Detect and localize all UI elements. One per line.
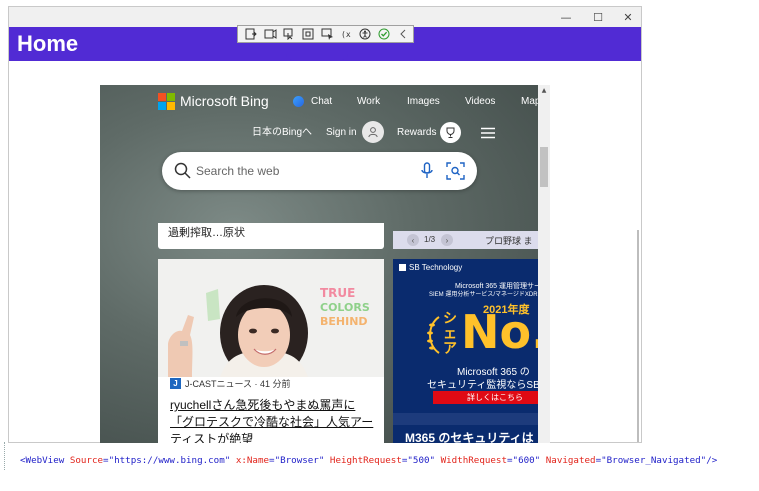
chat-icon — [293, 96, 304, 107]
title-bar: — ☐ ✕ — [9, 7, 641, 27]
voice-search-icon[interactable] — [420, 162, 434, 180]
page-title: Home — [17, 31, 79, 56]
code-attr-name: Source — [69, 455, 104, 466]
nav-images[interactable]: Images — [407, 96, 440, 107]
news-headline-link[interactable]: ryuchellさん急死後もやまぬ罵声に「グロテスクで冷酷な社会」人気アーティス… — [170, 397, 376, 443]
collapse-chevron-icon[interactable] — [396, 28, 410, 41]
ad-footer-bar — [393, 413, 550, 425]
select-element-icon[interactable] — [282, 28, 296, 41]
news-card-top-text: 過剰搾取…原状 — [168, 227, 245, 239]
accessibility-icon[interactable] — [358, 28, 372, 41]
rewards-trophy-icon[interactable] — [440, 122, 461, 143]
bing-logo-text: Microsoft Bing — [180, 93, 269, 109]
svg-text:COLORS: COLORS — [320, 301, 370, 314]
laurel-icon — [427, 316, 440, 354]
rewards-link[interactable]: Rewards — [397, 127, 436, 138]
ad-details-button[interactable]: 詳しくはこちら — [433, 391, 550, 404]
code-attr-value: "Browser" — [274, 455, 325, 466]
search-icon — [174, 162, 191, 179]
sign-in-link[interactable]: Sign in — [326, 127, 357, 138]
nav-videos[interactable]: Videos — [465, 96, 495, 107]
ad-brand: SB Technology — [399, 263, 462, 272]
svg-text:(x): (x) — [341, 30, 352, 39]
pager-next-button[interactable]: › — [441, 234, 453, 246]
track-focus-icon[interactable] — [320, 28, 334, 41]
code-tag: WebView — [25, 455, 65, 466]
news-source: J J-CASTニュース · 41 分前 — [170, 377, 291, 390]
live-visual-tree-icon[interactable] — [244, 28, 258, 41]
news-card-top[interactable]: 過剰搾取…原状 — [158, 223, 384, 249]
news-photo[interactable]: TRUE COLORS BEHIND — [158, 259, 384, 377]
debug-toolbar: (x) — [237, 25, 414, 43]
nav-work[interactable]: Work — [357, 96, 380, 107]
ad-share-label: シェア — [443, 310, 457, 356]
ad-title[interactable]: M365 のセキュリティは — [405, 429, 534, 443]
svg-text:BEHIND: BEHIND — [320, 315, 368, 328]
code-attr-name: HeightRequest — [329, 455, 402, 466]
pager-prev-button[interactable]: ‹ — [407, 234, 419, 246]
code-attr-value: "600" — [512, 455, 541, 466]
bing-webview[interactable]: Microsoft Bing Chat Work Images Videos M… — [100, 85, 550, 443]
logo-square-yellow — [167, 102, 175, 110]
trending-item[interactable]: プロ野球 ま — [485, 234, 533, 247]
ad-line-2: SIEM 運用分析サービス/マネージドXDR — [429, 292, 538, 298]
pager-label: 1/3 — [424, 235, 436, 244]
scroll-up-arrow-icon[interactable]: ▲ — [538, 87, 550, 97]
code-attr-name: WidthRequest — [440, 455, 507, 466]
region-link[interactable]: 日本のBingへ — [252, 123, 312, 138]
nav-chat[interactable]: Chat — [311, 96, 332, 107]
hamburger-menu-icon[interactable] — [480, 126, 496, 139]
sb-logo-icon — [399, 264, 406, 271]
search-box[interactable] — [162, 152, 477, 190]
webview-scrollbar[interactable]: ▲ — [538, 85, 550, 443]
trending-pager: ‹ 1/3 › プロ野球 ま — [393, 231, 550, 249]
display-layout-adorners-icon[interactable] — [301, 28, 315, 41]
search-input[interactable] — [196, 162, 396, 180]
ad-no1-label: No.1 — [461, 305, 550, 359]
webview-scroll-thumb[interactable] — [540, 147, 548, 187]
hot-reload-check-icon[interactable] — [377, 28, 391, 41]
page-scroll-thumb[interactable] — [637, 230, 639, 442]
code-attr-name: x:Name — [235, 455, 270, 466]
code-attr-name: Navigated — [545, 455, 596, 466]
editor-guide-line — [4, 442, 5, 470]
news-photo-illustration: TRUE COLORS BEHIND — [158, 259, 384, 377]
close-button[interactable]: ✕ — [613, 7, 641, 27]
code-close: /> — [706, 455, 718, 466]
binding-failures-icon[interactable]: (x) — [339, 28, 353, 41]
code-attr-value: "500" — [407, 455, 436, 466]
code-attr-value: "https://www.bing.com" — [108, 455, 231, 466]
news-card[interactable]: TRUE COLORS BEHIND J J-CASTニュース · 41 分前 … — [158, 259, 384, 443]
minimize-button[interactable]: — — [551, 7, 581, 27]
user-avatar-icon[interactable] — [362, 121, 384, 143]
ad-line-4: セキュリティ監視ならSBテクノロジー — [427, 380, 550, 391]
logo-square-blue — [158, 102, 166, 110]
news-source-text: J-CASTニュース · 41 分前 — [185, 379, 291, 389]
logo-square-red — [158, 93, 166, 101]
ad-brand-text: SB Technology — [409, 263, 463, 272]
logo-square-green — [167, 93, 175, 101]
ad-card[interactable]: SB Technology Microsoft 365 運用管理サービス SIE… — [393, 259, 550, 443]
visual-search-icon[interactable] — [446, 162, 465, 180]
svg-text:TRUE: TRUE — [320, 286, 355, 300]
xaml-code-line: <WebView Source="https://www.bing.com" x… — [20, 455, 718, 466]
jcast-logo-icon: J — [170, 378, 181, 389]
record-icon[interactable] — [263, 28, 277, 41]
maximize-button[interactable]: ☐ — [583, 7, 613, 27]
header-tab-indicator — [286, 54, 348, 60]
code-attr-value: "Browser_Navigated" — [601, 455, 707, 466]
